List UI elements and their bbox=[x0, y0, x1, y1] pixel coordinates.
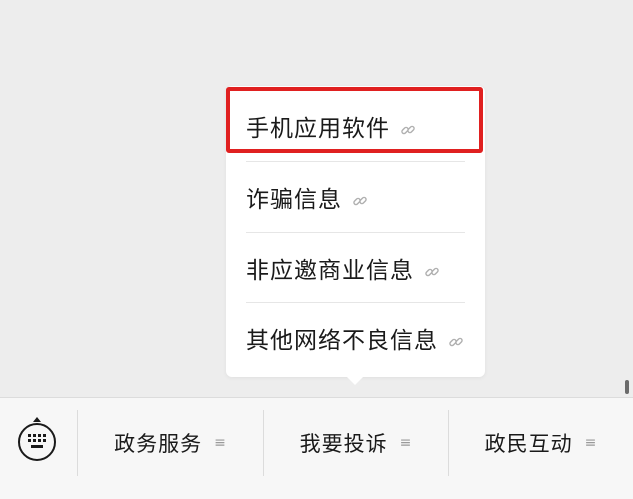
popup-menu: 手机应用软件 诈骗信息 非应邀商业信息 其他网络不良信息 bbox=[226, 86, 485, 377]
menu-item-mobile-app-software[interactable]: 手机应用软件 bbox=[246, 91, 465, 161]
menu-item-label: 非应邀商业信息 bbox=[246, 258, 414, 284]
link-icon bbox=[424, 260, 440, 277]
keyboard-icon bbox=[28, 434, 46, 448]
menu-item-unsolicited-commercial-info[interactable]: 非应邀商业信息 bbox=[246, 233, 465, 303]
scrollbar[interactable] bbox=[625, 380, 629, 394]
tab-government-services[interactable]: 政务服务 ≡ bbox=[78, 398, 263, 488]
menu-item-label: 诈骗信息 bbox=[246, 187, 342, 213]
menu-item-label: 其他网络不良信息 bbox=[246, 328, 438, 354]
keyboard-toggle-indicator bbox=[33, 417, 41, 422]
tab-file-complaint[interactable]: 我要投诉 ≡ bbox=[264, 398, 448, 488]
tab-label: 政民互动 bbox=[484, 432, 573, 456]
link-icon bbox=[352, 189, 368, 206]
popup-arrow bbox=[346, 376, 364, 385]
menu-icon: ≡ bbox=[399, 435, 413, 451]
tab-label: 我要投诉 bbox=[299, 432, 388, 456]
menu-item-label: 手机应用软件 bbox=[246, 116, 390, 142]
menu-icon: ≡ bbox=[584, 435, 598, 451]
menu-item-fraud-info[interactable]: 诈骗信息 bbox=[246, 162, 465, 232]
keyboard-toggle-button[interactable] bbox=[18, 423, 56, 461]
menu-icon: ≡ bbox=[214, 435, 227, 451]
tab-citizen-interaction[interactable]: 政民互动 ≡ bbox=[449, 398, 633, 488]
link-icon bbox=[448, 330, 464, 347]
menu-item-other-harmful-info[interactable]: 其他网络不良信息 bbox=[246, 303, 465, 373]
bottom-menu-bar: 政务服务 ≡ 我要投诉 ≡ 政民互动 ≡ bbox=[0, 397, 633, 499]
tab-label: 政务服务 bbox=[114, 432, 203, 456]
link-icon bbox=[400, 118, 416, 135]
